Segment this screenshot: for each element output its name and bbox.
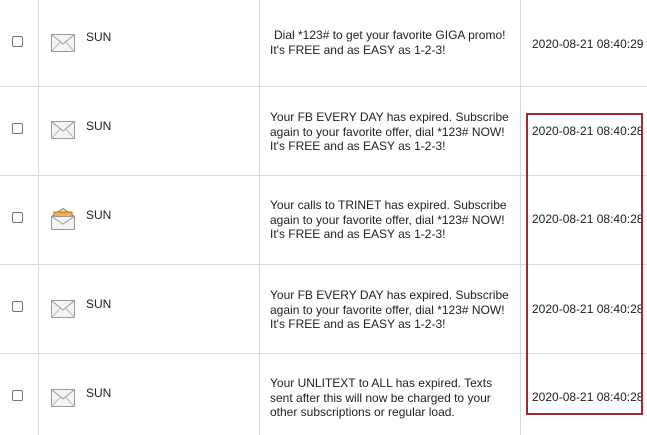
column-divider [520, 265, 521, 353]
table-row[interactable]: SUN Your UNLITEXT to ALL has expired. Te… [0, 354, 647, 435]
row-select-checkbox[interactable] [12, 390, 23, 401]
message-table: SUN Dial *123# to get your favorite GIGA… [0, 0, 647, 435]
row-select-checkbox[interactable] [12, 36, 23, 47]
message-line: other subscriptions or regular load. [270, 405, 455, 419]
envelope-closed-icon [51, 34, 75, 52]
column-divider [259, 354, 260, 435]
envelope-closed-icon [51, 121, 75, 139]
message-line: Your FB EVERY DAY has expired. Subscribe [270, 288, 509, 302]
column-divider [520, 87, 521, 175]
message-line: sent after this will now be charged to y… [270, 390, 491, 405]
message-date: 2020-08-21 08:40:29 [532, 37, 644, 51]
envelope-closed-icon [51, 389, 75, 407]
message-line: It's FREE and as EASY as 1-2-3! [270, 317, 446, 331]
message-text[interactable]: Your calls to TRINET has expired. Subscr… [270, 198, 514, 242]
column-divider [38, 0, 39, 86]
table-row[interactable]: SUN Your FB EVERY DAY has expired. Subsc… [0, 87, 647, 176]
row-select-checkbox[interactable] [12, 212, 23, 223]
message-line: again to your favorite offer, dial *123#… [270, 212, 505, 227]
sender-name: SUN [86, 208, 112, 222]
message-line: It's FREE and as EASY as 1-2-3! [270, 227, 446, 241]
message-date: 2020-08-21 08:40:28 [532, 124, 644, 138]
message-line: Your FB EVERY DAY has expired. Subscribe [270, 110, 509, 124]
row-select-checkbox[interactable] [12, 123, 23, 134]
column-divider [259, 0, 260, 86]
column-divider [520, 176, 521, 264]
column-divider [38, 265, 39, 353]
message-text[interactable]: Your FB EVERY DAY has expired. Subscribe… [270, 288, 514, 332]
sender-name: SUN [86, 119, 112, 133]
message-text[interactable]: Your FB EVERY DAY has expired. Subscribe… [270, 110, 514, 154]
column-divider [38, 176, 39, 264]
message-line: again to your favorite offer, dial *123#… [270, 124, 505, 139]
column-divider [38, 87, 39, 175]
column-divider [520, 0, 521, 86]
message-line: Your UNLITEXT to ALL has expired. Texts [270, 376, 493, 390]
column-divider [38, 354, 39, 435]
envelope-open-icon [51, 208, 75, 230]
row-select-checkbox[interactable] [12, 301, 23, 312]
message-text[interactable]: Dial *123# to get your favorite GIGA pro… [270, 28, 514, 57]
column-divider [259, 265, 260, 353]
table-row[interactable]: SUN Your FB EVERY DAY has expired. Subsc… [0, 265, 647, 354]
table-row[interactable]: SUN Your calls to TRINET has expired. Su… [0, 176, 647, 265]
message-date: 2020-08-21 08:40:28 [532, 212, 644, 226]
message-line: It's FREE and as EASY as 1-2-3! [270, 139, 446, 153]
sender-name: SUN [86, 386, 112, 400]
message-line: It's FREE and as EASY as 1-2-3! [270, 42, 446, 57]
message-date: 2020-08-21 08:40:28 [532, 390, 644, 404]
message-text[interactable]: Your UNLITEXT to ALL has expired. Texts … [270, 376, 514, 420]
message-line: Your calls to TRINET has expired. Subscr… [270, 198, 507, 212]
table-row[interactable]: SUN Dial *123# to get your favorite GIGA… [0, 0, 647, 87]
column-divider [520, 354, 521, 435]
column-divider [259, 87, 260, 175]
message-date: 2020-08-21 08:40:28 [532, 302, 644, 316]
column-divider [259, 176, 260, 264]
message-line: Dial *123# to get your favorite GIGA pro… [274, 28, 506, 42]
sender-name: SUN [86, 297, 112, 311]
message-line: again to your favorite offer, dial *123#… [270, 302, 505, 317]
envelope-closed-icon [51, 300, 75, 318]
sender-name: SUN [86, 30, 112, 44]
